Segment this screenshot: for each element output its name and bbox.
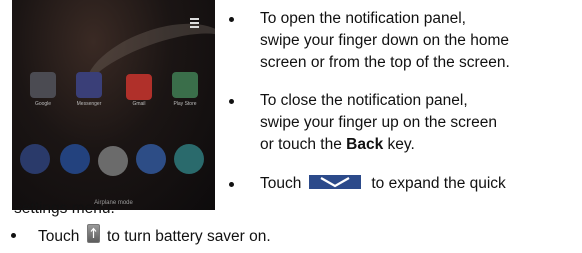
- bullet-dot: [229, 99, 234, 104]
- bullet2-line3-post: key.: [383, 136, 415, 153]
- bullet3-pre: Touch: [260, 175, 302, 192]
- bullet2-line1: To close the notification panel,: [260, 92, 468, 109]
- bullet1-line1: To open the notification panel,: [260, 10, 466, 27]
- bullet-dot: [11, 233, 16, 238]
- bullet3-post: to expand the quick: [371, 175, 506, 192]
- chevron-down-icon: [309, 175, 362, 189]
- battery-saver-icon: [86, 224, 100, 243]
- bullet2-line3: or touch the Back key.: [260, 134, 415, 155]
- bullet4-post: to turn battery saver on.: [107, 228, 271, 245]
- bullet2-line2: swipe your finger up on the screen: [260, 114, 497, 131]
- back-key-label: Back: [346, 136, 384, 153]
- bullet-dot: [229, 182, 234, 187]
- bullet1-line3: screen or from the top of the screen.: [260, 54, 510, 71]
- bullet4-line: Touch to turn battery saver on.: [38, 224, 271, 247]
- bullet3-cont: settings menu.: [14, 200, 115, 217]
- bullet2-line3-pre: or touch the: [260, 136, 347, 153]
- instructions: To open the notification panel, swipe yo…: [0, 0, 582, 253]
- bullet1-line2: swipe your finger down on the home: [260, 32, 510, 49]
- bullet3-line1: Touch to expand the quick: [260, 173, 506, 194]
- bullet4-pre: Touch: [38, 228, 80, 245]
- bullet-dot: [229, 17, 234, 22]
